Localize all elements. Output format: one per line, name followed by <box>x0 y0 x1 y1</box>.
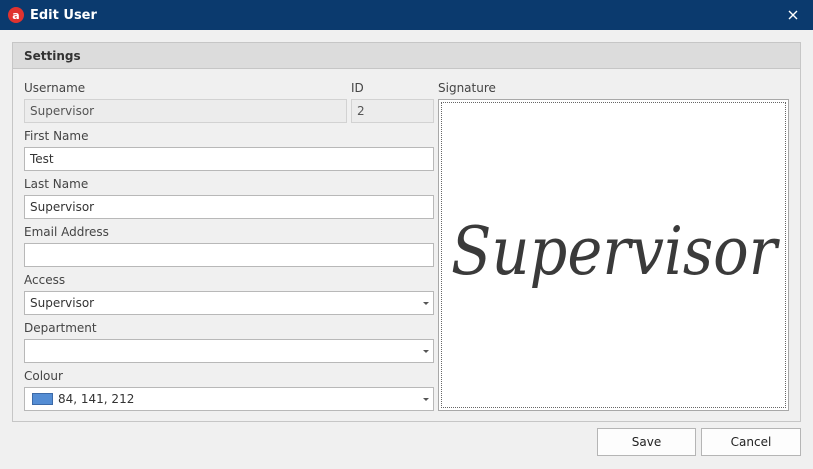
signature-pad[interactable]: Supervisor <box>438 99 789 411</box>
colour-value: 84, 141, 212 <box>58 392 135 406</box>
signature-label: Signature <box>438 81 496 95</box>
close-icon <box>788 10 798 20</box>
department-label: Department <box>24 321 97 335</box>
app-logo-icon: a <box>8 7 24 23</box>
id-field: 2 <box>351 99 434 123</box>
colour-dropdown[interactable]: 84, 141, 212 <box>24 387 434 411</box>
id-label: ID <box>351 81 364 95</box>
email-label: Email Address <box>24 225 109 239</box>
access-dropdown[interactable]: Supervisor <box>24 291 434 315</box>
last-name-field[interactable]: Supervisor <box>24 195 434 219</box>
first-name-field[interactable]: Test <box>24 147 434 171</box>
colour-label: Colour <box>24 369 63 383</box>
access-label: Access <box>24 273 66 287</box>
close-button[interactable] <box>781 4 805 26</box>
username-field: Supervisor <box>24 99 347 123</box>
id-value: 2 <box>357 104 365 118</box>
colour-swatch <box>32 393 53 405</box>
cancel-button[interactable]: Cancel <box>701 428 801 456</box>
last-name-label: Last Name <box>24 177 89 191</box>
save-button[interactable]: Save <box>597 428 696 456</box>
signature-image: Supervisor <box>451 213 780 290</box>
chevron-down-icon[interactable] <box>423 350 429 353</box>
email-field[interactable] <box>24 243 434 267</box>
access-value: Supervisor <box>30 296 95 310</box>
settings-group-title: Settings <box>13 43 800 69</box>
username-value: Supervisor <box>30 104 95 118</box>
username-label: Username <box>24 81 86 95</box>
last-name-value: Supervisor <box>30 200 95 214</box>
signature-text: Supervisor <box>451 213 780 290</box>
chevron-down-icon[interactable] <box>423 398 429 401</box>
first-name-label: First Name <box>24 129 89 143</box>
department-dropdown[interactable] <box>24 339 434 363</box>
window-title: Edit User <box>30 7 97 23</box>
chevron-down-icon[interactable] <box>423 302 429 305</box>
first-name-value: Test <box>30 152 54 166</box>
title-bar: a Edit User <box>0 0 813 30</box>
